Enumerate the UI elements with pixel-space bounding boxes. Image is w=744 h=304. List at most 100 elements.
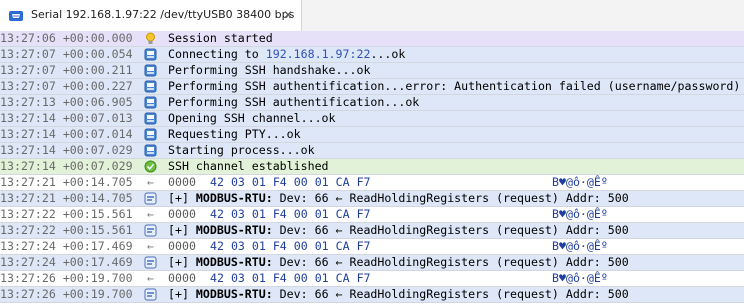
log-message-text: Session started	[168, 31, 273, 45]
data-offset: 0000	[168, 271, 196, 285]
session-icon	[144, 144, 157, 157]
data-offset: 0000	[168, 239, 196, 253]
data-offset: 0000	[168, 207, 196, 221]
protocol-name: MODBUS-RTU:	[195, 255, 273, 269]
log-message: Performing SSH handshake...ok	[168, 63, 370, 78]
log-row[interactable]: 13:27:21 +00:14.705 [+] MODBUS-RTU: Dev: …	[0, 191, 744, 207]
log-timestamp: 13:27:07 +00:00.227	[0, 79, 133, 93]
protocol-icon	[144, 192, 157, 205]
log-message: Starting process...ok	[168, 143, 315, 158]
log-timestamp: 13:27:06 +00:00.000	[0, 31, 133, 45]
log-timestamp: 13:27:26 +00:19.700	[0, 271, 133, 285]
log-timestamp: 13:27:07 +00:00.211	[0, 63, 133, 77]
session-icon	[144, 112, 157, 125]
data-ascii: B♥@ô·@Êº	[552, 271, 608, 285]
session-icon	[144, 48, 157, 61]
log-timestamp: 13:27:21 +00:14.705	[0, 175, 133, 189]
bulb-icon	[146, 32, 155, 44]
tab-title: Serial 192.168.1.97:22 /dev/ttyUSB0 3840…	[31, 8, 295, 21]
log-timestamp: 13:27:14 +00:07.013	[0, 111, 133, 125]
log-row[interactable]: 13:27:14 +00:07.029 SSH channel establish…	[0, 159, 744, 175]
log-message: Connecting to 192.168.1.97:22...ok	[168, 47, 405, 62]
session-icon	[144, 96, 157, 109]
log-row[interactable]: 13:27:22 +00:15.561 ← 0000 42 03 01 F4 00 0…	[0, 207, 744, 223]
data-hex: 42 03 01 F4 00 01 CA F7	[210, 175, 371, 189]
data-ascii: B♥@ô·@Êº	[552, 239, 608, 253]
log-row[interactable]: 13:27:26 +00:19.700 ← 0000 42 03 01 F4 00 0…	[0, 271, 744, 287]
close-icon[interactable]: ✕	[283, 8, 293, 22]
log-row[interactable]: 13:27:24 +00:17.469 [+] MODBUS-RTU: Dev: …	[0, 255, 744, 271]
data-ascii: B♥@ô·@Êº	[552, 207, 608, 221]
log-row[interactable]: 13:27:14 +00:07.014 Requesting PTY...ok	[0, 127, 744, 143]
connected-icon	[144, 160, 157, 173]
log-message-detail: Dev: 66 ← ReadHoldingRegisters (request)…	[272, 223, 629, 237]
protocol-icon	[144, 256, 157, 269]
log-timestamp: 13:27:21 +00:14.705	[0, 191, 133, 205]
log-message: Requesting PTY...ok	[168, 127, 301, 142]
session-log[interactable]: 13:27:06 +00:00.000 Session started 13:27:…	[0, 31, 744, 304]
log-timestamp: 13:27:14 +00:07.029	[0, 159, 133, 173]
log-message-detail: ...ok	[370, 47, 406, 61]
tab-bar: Serial 192.168.1.97:22 /dev/ttyUSB0 3840…	[0, 0, 744, 32]
log-message: [+] MODBUS-RTU: Dev: 66 ← ReadHoldingReg…	[168, 191, 629, 206]
log-message-text: Performing SSH authentification...error:…	[168, 79, 741, 93]
log-message-text: Requesting PTY...ok	[168, 127, 301, 141]
log-message-text: Performing SSH handshake...ok	[168, 63, 371, 77]
session-icon	[144, 64, 157, 77]
log-timestamp: 13:27:24 +00:17.469	[0, 239, 133, 253]
serial-port-icon	[9, 11, 23, 21]
log-message: Performing SSH authentification...ok	[168, 95, 419, 110]
log-message-detail: Dev: 66 ← ReadHoldingRegisters (request)…	[272, 191, 629, 205]
log-message: SSH channel established	[168, 159, 329, 174]
log-message: Opening SSH channel...ok	[168, 111, 336, 126]
log-row[interactable]: 13:27:14 +00:07.013 Opening SSH channel..…	[0, 111, 744, 127]
log-message-detail: Dev: 66 ← ReadHoldingRegisters (request)…	[272, 255, 629, 269]
log-message-text: Connecting to	[168, 47, 266, 61]
incoming-arrow-icon: ←	[147, 175, 154, 189]
log-timestamp: 13:27:22 +00:15.561	[0, 207, 133, 221]
log-timestamp: 13:27:22 +00:15.561	[0, 223, 133, 237]
log-row[interactable]: 13:27:26 +00:19.700 [+] MODBUS-RTU: Dev: …	[0, 287, 744, 303]
log-row[interactable]: 13:27:07 +00:00.227 Performing SSH authen…	[0, 79, 744, 95]
log-message: [+] MODBUS-RTU: Dev: 66 ← ReadHoldingReg…	[168, 223, 629, 238]
log-row[interactable]: 13:27:14 +00:07.029 Starting process...ok	[0, 143, 744, 159]
protocol-name: MODBUS-RTU:	[195, 191, 273, 205]
log-timestamp: 13:27:26 +00:19.700	[0, 287, 133, 301]
log-row[interactable]: 13:27:06 +00:00.000 Session started	[0, 31, 744, 47]
log-message-text: Starting process...ok	[168, 143, 315, 157]
log-message: [+] MODBUS-RTU: Dev: 66 ← ReadHoldingReg…	[168, 255, 629, 270]
log-message-text: [+]	[168, 191, 196, 205]
protocol-icon	[144, 288, 157, 301]
data-hex: 42 03 01 F4 00 01 CA F7	[210, 207, 371, 221]
log-timestamp: 13:27:13 +00:06.905	[0, 95, 133, 109]
log-message: Performing SSH authentification...error:…	[168, 79, 740, 94]
incoming-arrow-icon: ←	[147, 239, 154, 253]
data-ascii: B♥@ô·@Êº	[552, 175, 608, 189]
tab-serial-session[interactable]: Serial 192.168.1.97:22 /dev/ttyUSB0 3840…	[0, 0, 302, 31]
log-row[interactable]: 13:27:07 +00:00.211 Performing SSH handsh…	[0, 63, 744, 79]
log-timestamp: 13:27:14 +00:07.029	[0, 143, 133, 157]
log-message: Session started	[168, 31, 273, 46]
incoming-arrow-icon: ←	[147, 271, 154, 285]
log-row[interactable]: 13:27:13 +00:06.905 Performing SSH authen…	[0, 95, 744, 111]
log-message-text: Performing SSH authentification...ok	[168, 95, 420, 109]
data-offset: 0000	[168, 175, 196, 189]
log-row[interactable]: 13:27:21 +00:14.705 ← 0000 42 03 01 F4 00 0…	[0, 175, 744, 191]
data-hex: 42 03 01 F4 00 01 CA F7	[210, 271, 371, 285]
data-hex: 42 03 01 F4 00 01 CA F7	[210, 239, 371, 253]
log-message-text: [+]	[168, 287, 196, 301]
log-message: [+] MODBUS-RTU: Dev: 66 ← ReadHoldingReg…	[168, 287, 629, 302]
log-row[interactable]: 13:27:24 +00:17.469 ← 0000 42 03 01 F4 00 0…	[0, 239, 744, 255]
log-message-text: SSH channel established	[168, 159, 329, 173]
incoming-arrow-icon: ←	[147, 207, 154, 221]
log-row[interactable]: 13:27:07 +00:00.054 Connecting to 192.168…	[0, 47, 744, 63]
session-icon	[144, 128, 157, 141]
session-icon	[144, 80, 157, 93]
log-row[interactable]: 13:27:22 +00:15.561 [+] MODBUS-RTU: Dev: …	[0, 223, 744, 239]
log-timestamp: 13:27:24 +00:17.469	[0, 255, 133, 269]
protocol-name: MODBUS-RTU:	[195, 287, 273, 301]
log-message-text: [+]	[168, 255, 196, 269]
log-message-text: Opening SSH channel...ok	[168, 111, 336, 125]
host-address: 192.168.1.97:22	[265, 47, 371, 61]
protocol-icon	[144, 224, 157, 237]
